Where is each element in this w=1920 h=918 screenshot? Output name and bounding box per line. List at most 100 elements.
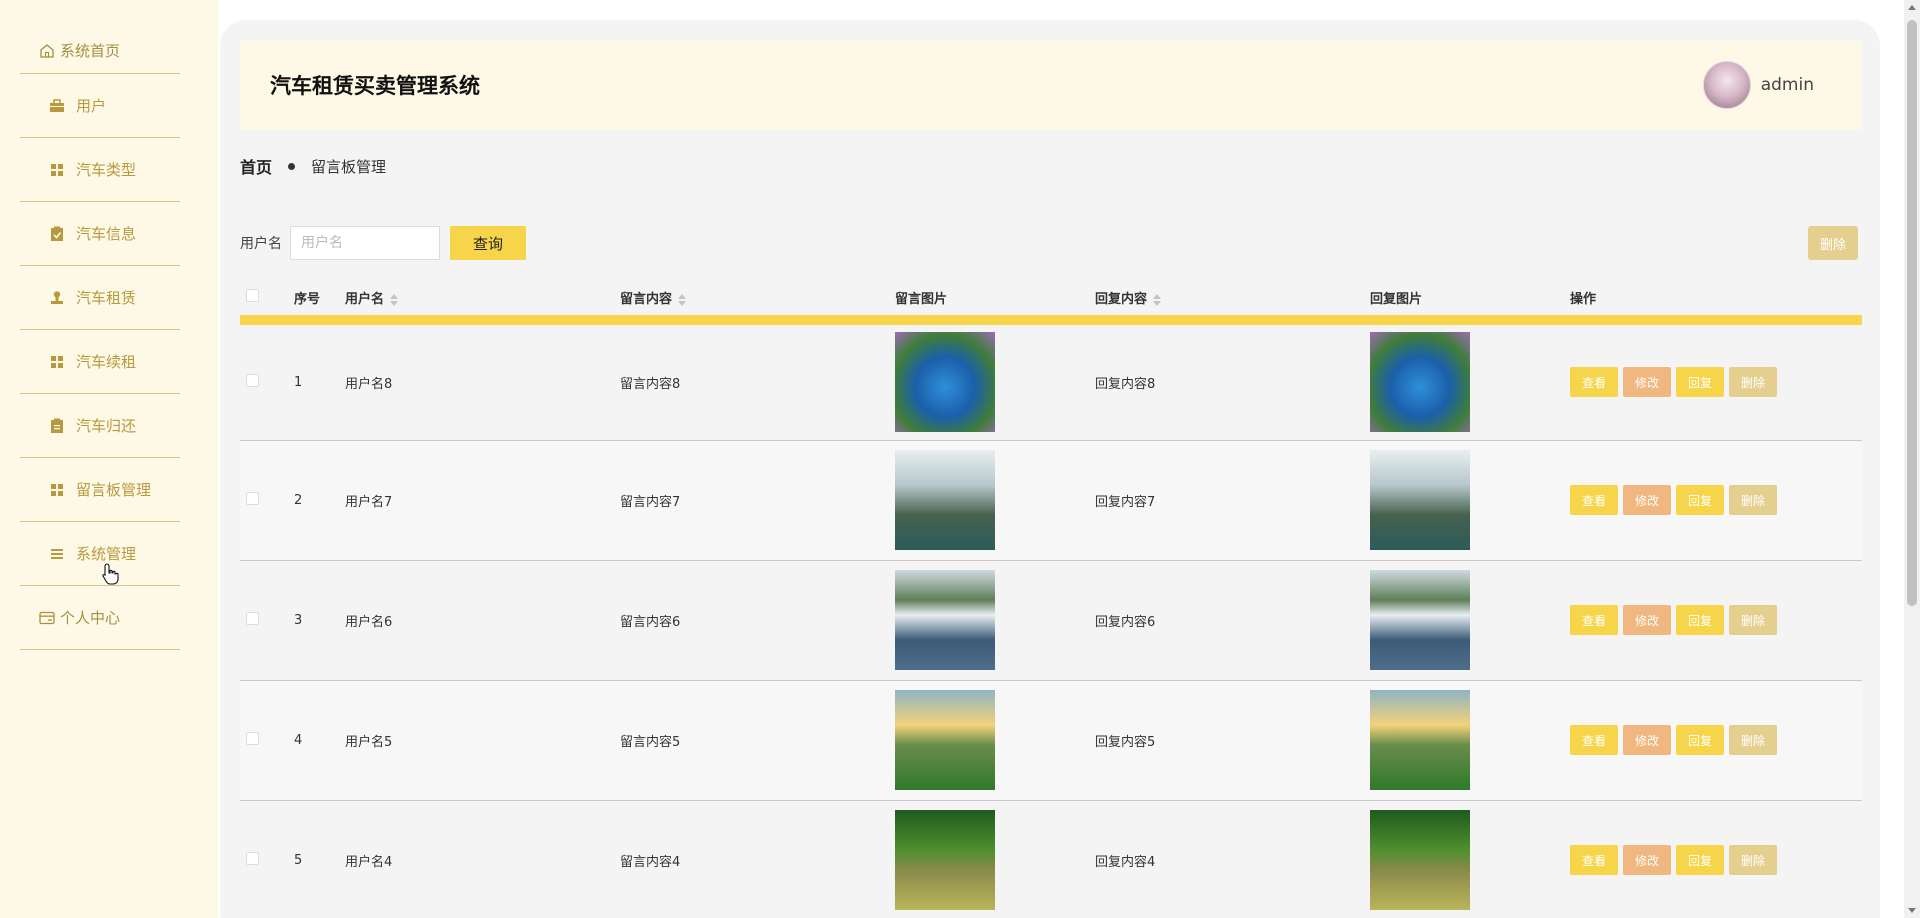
- reply-image[interactable]: [1370, 450, 1470, 550]
- scroll-thumb[interactable]: [1907, 20, 1917, 606]
- delete-button[interactable]: 删除: [1729, 367, 1777, 398]
- reply-image[interactable]: [1370, 810, 1470, 910]
- reply-image[interactable]: [1370, 690, 1470, 790]
- header-index: 序号: [294, 280, 345, 325]
- sidebar-item-label: 汽车租赁: [76, 289, 137, 307]
- user-menu[interactable]: admin: [1702, 61, 1814, 109]
- cell-username: 用户名7: [345, 440, 620, 561]
- grid-icon: [48, 161, 66, 179]
- delete-button[interactable]: 删除: [1729, 725, 1777, 755]
- grid-icon: [48, 353, 66, 371]
- sidebar-item-car-rental[interactable]: 汽车租赁: [20, 266, 180, 330]
- breadcrumb-separator-icon: [288, 162, 296, 170]
- view-button[interactable]: 查看: [1570, 605, 1618, 635]
- sidebar-item-label: 汽车信息: [76, 225, 137, 243]
- sidebar-item-car-renewal[interactable]: 汽车续租: [20, 330, 180, 394]
- sidebar-item-car-types[interactable]: 汽车类型: [20, 138, 180, 202]
- header-image: 留言图片: [895, 280, 1095, 325]
- sidebar-item-car-return[interactable]: 汽车归还: [20, 394, 180, 458]
- reply-button[interactable]: 回复: [1676, 725, 1724, 755]
- view-button[interactable]: 查看: [1570, 845, 1618, 875]
- header: 汽车租赁买卖管理系统 admin: [240, 40, 1862, 130]
- scroll-down-icon[interactable]: [1908, 908, 1916, 913]
- message-image[interactable]: [895, 810, 995, 910]
- sidebar-item-users[interactable]: 用户: [20, 74, 180, 138]
- card-icon: [38, 609, 56, 627]
- message-image[interactable]: [895, 690, 995, 790]
- page-scrollbar[interactable]: [1904, 0, 1920, 918]
- delete-button[interactable]: 删除: [1729, 485, 1777, 515]
- search-label: 用户名: [240, 236, 282, 252]
- edit-button[interactable]: 修改: [1623, 367, 1671, 398]
- header-reply-label: 回复内容: [1095, 292, 1148, 307]
- sort-icon[interactable]: [678, 293, 687, 306]
- username: admin: [1760, 75, 1814, 95]
- message-image[interactable]: [895, 570, 995, 670]
- reply-button[interactable]: 回复: [1676, 605, 1724, 635]
- table-row: 4 用户名5 留言内容5 回复内容5 查看 修改 回复 删除: [240, 680, 1862, 801]
- sidebar-item-message-board[interactable]: 留言板管理: [20, 458, 180, 522]
- sort-icon[interactable]: [1153, 293, 1162, 306]
- reply-image[interactable]: [1370, 332, 1470, 433]
- edit-button[interactable]: 修改: [1623, 485, 1671, 515]
- table-header-row: 序号 用户名 留言内容 留言图片 回复内容 回复图片 操作: [240, 280, 1862, 325]
- header-reply-image: 回复图片: [1370, 280, 1570, 325]
- cell-reply: 回复内容7: [1095, 440, 1370, 561]
- briefcase-icon: [48, 97, 66, 115]
- message-image[interactable]: [895, 450, 995, 550]
- row-actions: 查看 修改 回复 删除: [1570, 367, 1862, 398]
- sidebar-item-car-info[interactable]: 汽车信息: [20, 202, 180, 266]
- reply-button[interactable]: 回复: [1676, 367, 1724, 398]
- table-row: 1 用户名8 留言内容8 回复内容8 查看 修改 回复 删除: [240, 320, 1862, 441]
- breadcrumb-home[interactable]: 首页: [240, 154, 272, 178]
- sort-icon[interactable]: [390, 293, 399, 306]
- table-row: 2 用户名7 留言内容7 回复内容7 查看 修改 回复 删除: [240, 440, 1862, 561]
- header-content-label: 留言内容: [620, 292, 673, 307]
- view-button[interactable]: 查看: [1570, 725, 1618, 755]
- header-username-label: 用户名: [345, 292, 385, 307]
- cell-index: 5: [294, 800, 345, 918]
- batch-delete-button[interactable]: 删除: [1808, 226, 1858, 260]
- clipboard-check-icon: [48, 225, 66, 243]
- row-checkbox[interactable]: [246, 373, 259, 387]
- header-username[interactable]: 用户名: [345, 280, 620, 325]
- scroll-up-icon[interactable]: [1908, 5, 1916, 10]
- sidebar-item-system-management[interactable]: 系统管理: [20, 522, 180, 586]
- sidebar-item-personal-center[interactable]: 个人中心: [20, 586, 180, 650]
- sidebar-item-home[interactable]: 系统首页: [20, 28, 180, 74]
- reply-button[interactable]: 回复: [1676, 845, 1724, 875]
- delete-button[interactable]: 删除: [1729, 845, 1777, 875]
- message-image[interactable]: [895, 332, 995, 433]
- row-checkbox[interactable]: [246, 491, 259, 505]
- cell-reply: 回复内容4: [1095, 800, 1370, 918]
- username-search-input[interactable]: [290, 226, 440, 260]
- row-checkbox[interactable]: [246, 731, 259, 745]
- delete-button[interactable]: 删除: [1729, 605, 1777, 635]
- view-button[interactable]: 查看: [1570, 485, 1618, 515]
- search-button[interactable]: 查询: [450, 226, 526, 260]
- cell-content: 留言内容8: [620, 320, 895, 441]
- edit-button[interactable]: 修改: [1623, 845, 1671, 875]
- row-checkbox[interactable]: [246, 851, 259, 865]
- sidebar: 系统首页 用户 汽车类型 汽车信息 汽车租赁 汽车续租 汽车归还 留言板管理 系…: [0, 0, 218, 918]
- hand-cursor-icon: [102, 563, 120, 589]
- cell-index: 2: [294, 440, 345, 561]
- header-content[interactable]: 留言内容: [620, 280, 895, 325]
- select-all-checkbox[interactable]: [246, 289, 259, 302]
- row-actions: 查看 修改 回复 删除: [1570, 485, 1862, 515]
- sidebar-item-label: 留言板管理: [76, 481, 152, 499]
- row-checkbox[interactable]: [246, 611, 259, 625]
- row-actions: 查看 修改 回复 删除: [1570, 725, 1862, 755]
- reply-button[interactable]: 回复: [1676, 485, 1724, 515]
- view-button[interactable]: 查看: [1570, 367, 1618, 398]
- header-reply[interactable]: 回复内容: [1095, 280, 1370, 325]
- sidebar-item-label: 汽车归还: [76, 417, 137, 435]
- clipboard-icon: [48, 417, 66, 435]
- reply-image[interactable]: [1370, 570, 1470, 670]
- edit-button[interactable]: 修改: [1623, 725, 1671, 755]
- avatar[interactable]: [1702, 61, 1751, 109]
- row-actions: 查看 修改 回复 删除: [1570, 845, 1862, 875]
- edit-button[interactable]: 修改: [1623, 605, 1671, 635]
- cell-username: 用户名6: [345, 560, 620, 681]
- sidebar-item-label: 系统首页: [60, 42, 121, 60]
